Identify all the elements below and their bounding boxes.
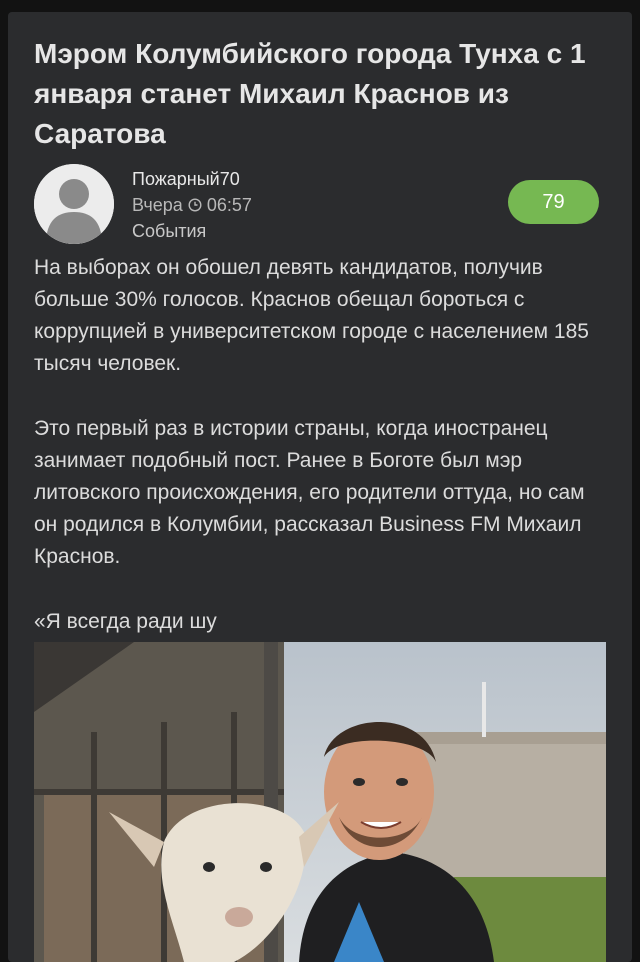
clock-icon: [188, 198, 202, 212]
post-body: На выборах он обошел девять кандидатов, …: [34, 252, 609, 671]
post-date: Вчера: [132, 195, 183, 215]
post-card: Мэром Колумбийского города Тунха с 1 янв…: [8, 12, 632, 962]
post-photo[interactable]: [34, 642, 606, 962]
avatar[interactable]: [34, 164, 114, 244]
paragraph: «Я всегда ради шу: [34, 610, 217, 633]
paragraph: На выборах он обошел девять кандидатов, …: [34, 256, 589, 375]
author-name[interactable]: Пожарный70: [132, 166, 252, 192]
post-clock-time: 06:57: [206, 195, 252, 215]
post-category[interactable]: События: [132, 218, 252, 244]
paragraph: Это первый раз в истории страны, когда и…: [34, 417, 585, 568]
photo-illustration: [34, 642, 606, 962]
user-placeholder-icon: [34, 164, 114, 244]
post-meta: Пожарный70 Вчера 06:57 События: [132, 166, 252, 244]
post-title[interactable]: Мэром Колумбийского города Тунха с 1 янв…: [34, 34, 604, 154]
post-time: Вчера 06:57: [132, 192, 252, 218]
rating-badge[interactable]: 79: [508, 180, 599, 224]
